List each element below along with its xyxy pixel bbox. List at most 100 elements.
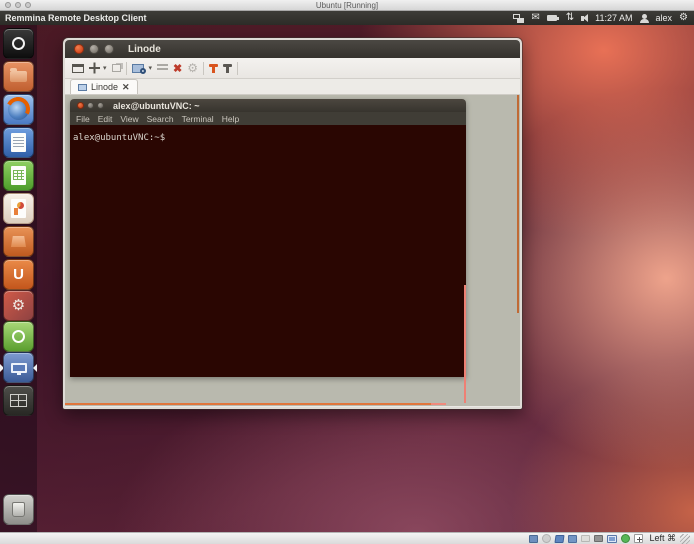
launcher-item-software-center[interactable] — [0, 226, 37, 257]
workspace-switcher-icon — [3, 385, 34, 416]
render-artifact-line — [65, 403, 446, 405]
mail-icon[interactable]: ✉ — [531, 13, 539, 23]
tools-icon[interactable]: ✖ — [173, 61, 182, 76]
menu-search[interactable]: Search — [147, 114, 174, 124]
maximize-button[interactable] — [104, 44, 114, 54]
resize-grip[interactable] — [680, 534, 690, 544]
libreoffice-calc-icon — [3, 160, 34, 191]
menu-file[interactable]: File — [76, 114, 90, 124]
mouse-integration-icon[interactable] — [634, 534, 643, 543]
minimize-button[interactable] — [87, 102, 94, 109]
host-window-title: Ubuntu [Running] — [0, 1, 694, 10]
menu-view[interactable]: View — [120, 114, 138, 124]
unity-launcher: U ⚙ — [0, 25, 37, 532]
indicator-area: ✉ ⇅ 11:27 AM alex ⚙ — [513, 13, 694, 23]
active-app-title: Remmina Remote Desktop Client — [0, 13, 147, 23]
cd-icon[interactable] — [542, 534, 551, 543]
terminal-menubar: File Edit View Search Terminal Help — [70, 112, 466, 125]
minimize-button[interactable] — [89, 44, 99, 54]
chevron-down-icon[interactable]: ▾ — [149, 61, 153, 76]
terminal-titlebar[interactable]: alex@ubuntuVNC: ~ — [70, 99, 466, 112]
terminal-window: alex@ubuntuVNC: ~ File Edit View Search … — [70, 99, 466, 377]
duplicate-icon[interactable] — [112, 61, 121, 76]
menu-help[interactable]: Help — [222, 114, 239, 124]
close-button[interactable] — [77, 102, 84, 109]
username[interactable]: alex — [656, 13, 673, 23]
vbox-statusbar: Left ⌘ — [0, 532, 694, 544]
launcher-item-writer[interactable] — [0, 127, 37, 158]
menu-edit[interactable]: Edit — [98, 114, 113, 124]
firefox-icon — [3, 94, 34, 125]
remmina-window: Linode ▾ ▾ ✖ ⚙ Lin — [63, 38, 522, 409]
network-icon[interactable] — [555, 535, 565, 543]
libreoffice-impress-icon — [3, 193, 34, 224]
launcher-item-files[interactable] — [0, 61, 37, 92]
close-button[interactable] — [74, 44, 84, 54]
software-center-icon — [3, 226, 34, 257]
terminal-body[interactable]: alex@ubuntuVNC:~$ — [70, 125, 466, 377]
clock[interactable]: 11:27 AM — [595, 13, 632, 23]
scaled-view-icon[interactable] — [132, 63, 146, 74]
system-settings-icon: ⚙ — [3, 290, 34, 321]
launcher-item-ubuntu-one[interactable]: U — [0, 259, 37, 290]
launcher-item-calc[interactable] — [0, 160, 37, 191]
terminal-prompt: alex@ubuntuVNC:~$ — [73, 133, 165, 143]
usb-icon[interactable] — [568, 535, 577, 543]
menu-terminal[interactable]: Terminal — [182, 114, 214, 124]
launcher-item-system-settings[interactable]: ⚙ — [0, 290, 37, 321]
chevron-down-icon[interactable]: ▾ — [103, 61, 107, 76]
desktop: U ⚙ Linode — [0, 25, 694, 532]
libreoffice-writer-icon — [3, 127, 34, 158]
host-key-label: Left ⌘ — [649, 533, 676, 544]
remmina-icon — [3, 352, 34, 383]
hdd-icon[interactable] — [529, 535, 538, 543]
launcher-item-dash[interactable] — [0, 28, 37, 59]
active-app-arrow-right — [33, 364, 37, 372]
tab-label: Linode — [91, 82, 118, 92]
sync-icon[interactable]: ⇅ — [566, 13, 574, 23]
gears-icon[interactable]: ⚙ — [187, 61, 198, 76]
display-icon[interactable] — [607, 535, 617, 543]
screen: Ubuntu [Running] Remmina Remote Desktop … — [0, 0, 694, 544]
tab-close-icon[interactable]: ✕ — [122, 83, 130, 92]
fullscreen-icon[interactable] — [72, 61, 84, 76]
toolbar-separator — [237, 62, 238, 75]
video-icon[interactable] — [594, 535, 603, 542]
software-updater-icon — [3, 321, 34, 352]
maximize-button[interactable] — [97, 102, 104, 109]
top-panel: Remmina Remote Desktop Client ✉ ⇅ 11:27 … — [0, 11, 694, 25]
launcher-item-trash[interactable] — [0, 494, 37, 525]
gear-icon[interactable]: ⚙ — [679, 13, 688, 23]
keyboard-grab-icon[interactable] — [157, 61, 168, 76]
remmina-tabbar: Linode ✕ — [65, 79, 520, 95]
launcher-item-firefox[interactable] — [0, 94, 37, 125]
network-icon[interactable] — [513, 14, 524, 23]
remmina-titlebar[interactable]: Linode — [65, 40, 520, 58]
tab-linode[interactable]: Linode ✕ — [70, 79, 138, 94]
ubuntu-dash-icon — [3, 28, 34, 59]
terminal-title: alex@ubuntuVNC: ~ — [113, 101, 200, 111]
trash-icon — [3, 494, 34, 525]
vnc-viewport[interactable]: alex@ubuntuVNC: ~ File Edit View Search … — [65, 95, 520, 406]
launcher-item-software-updater[interactable] — [0, 321, 37, 352]
state-icon[interactable] — [621, 534, 630, 543]
host-window-titlebar: Ubuntu [Running] — [0, 0, 694, 11]
pan-icon[interactable] — [89, 63, 100, 74]
connection-icon — [78, 84, 87, 91]
shared-folder-icon[interactable] — [581, 535, 590, 542]
launcher-item-impress[interactable] — [0, 193, 37, 224]
toolbar-separator — [126, 62, 127, 75]
launcher-item-workspace-switcher[interactable] — [0, 385, 37, 416]
render-artifact-line — [517, 95, 519, 313]
launcher-item-remmina[interactable] — [0, 352, 37, 383]
toolbar-separator — [203, 62, 204, 75]
remmina-window-title: Linode — [128, 44, 161, 55]
user-icon[interactable] — [640, 14, 649, 23]
battery-icon[interactable] — [547, 15, 559, 21]
ubuntu-one-icon: U — [3, 259, 34, 290]
disconnect-icon[interactable] — [209, 61, 218, 76]
files-icon — [3, 61, 34, 92]
plug-icon[interactable] — [223, 61, 232, 76]
render-artifact-line — [464, 285, 466, 403]
volume-icon[interactable] — [581, 14, 588, 22]
